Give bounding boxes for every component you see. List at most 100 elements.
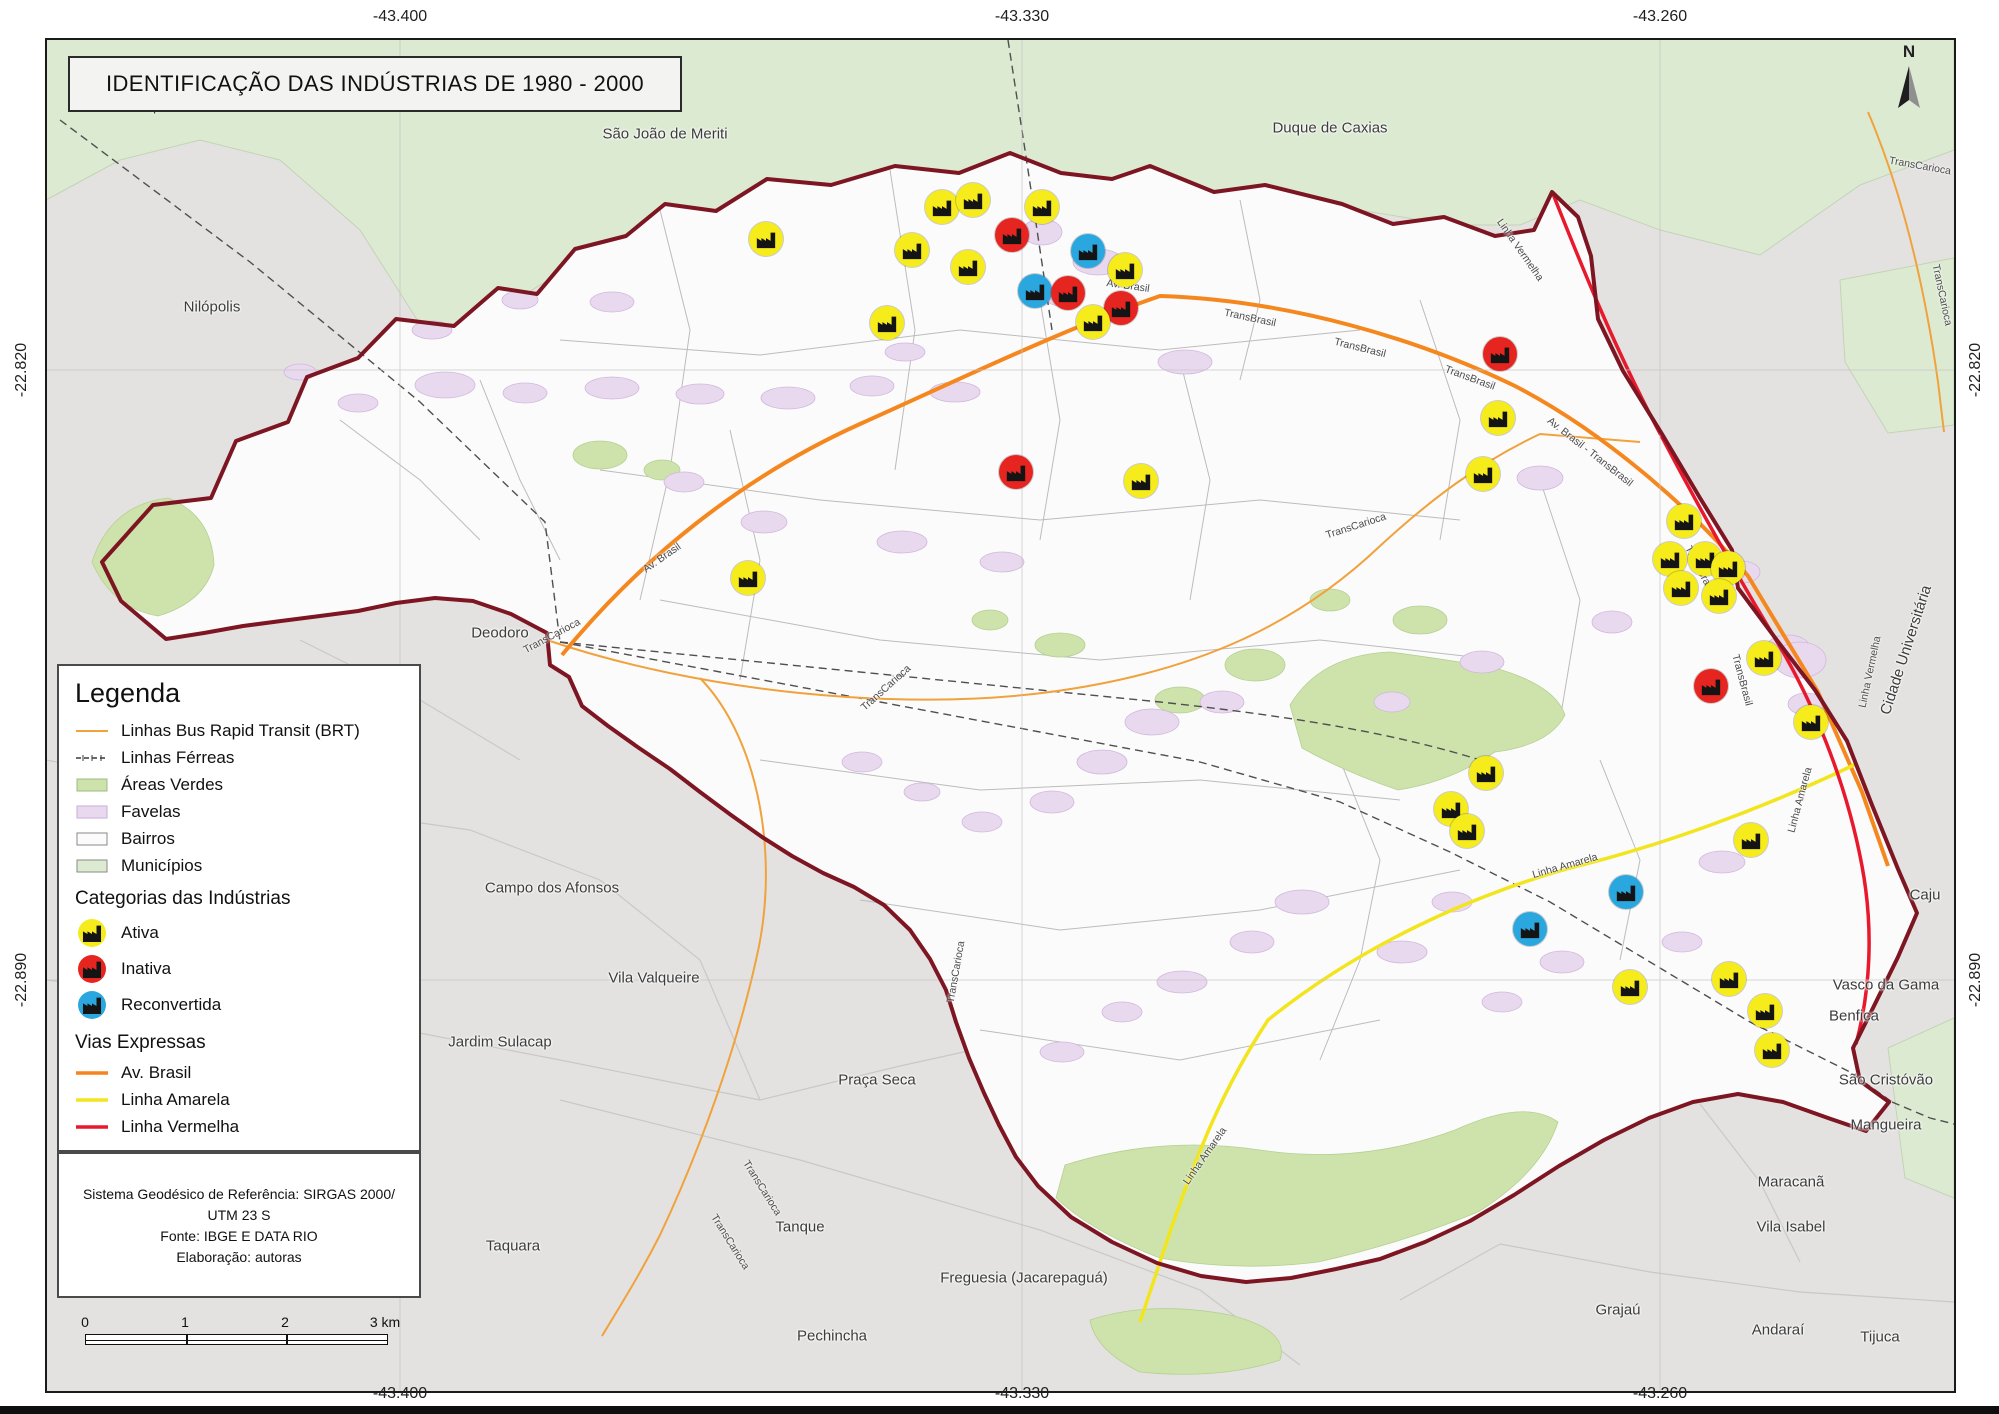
industry-marker-ativa xyxy=(1664,571,1698,605)
axis-label-longitude: -43.400 xyxy=(373,8,427,26)
factory-icon xyxy=(1800,711,1822,733)
north-label: N xyxy=(1886,42,1932,62)
factory-icon xyxy=(1519,918,1541,940)
factory-icon xyxy=(1615,881,1637,903)
reconvertida-marker-symbol xyxy=(73,989,111,1021)
axis-label-longitude: -43.330 xyxy=(995,1385,1049,1403)
legend-label: Áreas Verdes xyxy=(121,775,223,795)
bottom-strip xyxy=(0,1406,1999,1414)
factory-icon xyxy=(931,196,953,218)
legend-categories-title: Categorias das Indústrias xyxy=(75,888,405,910)
place-label: Caju xyxy=(1910,887,1941,904)
axis-label-latitude: -22.890 xyxy=(13,953,31,1007)
factory-icon xyxy=(1472,463,1494,485)
railway-line-symbol xyxy=(73,750,111,766)
factory-icon xyxy=(1456,820,1478,842)
industry-marker-ativa xyxy=(870,306,904,340)
industry-marker-ativa xyxy=(1450,814,1484,848)
legend-item-av-brasil: Av. Brasil xyxy=(73,1059,405,1086)
factory-icon xyxy=(1110,297,1132,319)
place-label: São Cristóvão xyxy=(1839,1072,1933,1089)
ativa-marker-symbol xyxy=(73,917,111,949)
factory-icon xyxy=(1700,675,1722,697)
factory-icon xyxy=(1475,762,1497,784)
industry-marker-ativa xyxy=(1466,457,1500,491)
areas-verdes-swatch xyxy=(73,777,111,793)
place-label: Tanque xyxy=(775,1219,824,1236)
industry-marker-reconvertida xyxy=(1018,274,1052,308)
factory-icon xyxy=(957,256,979,278)
industry-marker-ativa xyxy=(951,250,985,284)
factory-icon xyxy=(1753,647,1775,669)
factory-icon xyxy=(755,228,777,250)
legend-item-ativa: Ativa xyxy=(73,915,405,951)
factory-icon xyxy=(1001,224,1023,246)
place-label: Mangueira xyxy=(1851,1117,1922,1134)
legend-label: Reconvertida xyxy=(121,995,221,1015)
factory-icon xyxy=(1082,311,1104,333)
industry-marker-ativa xyxy=(1702,579,1736,613)
place-label: Maracanã xyxy=(1758,1174,1825,1191)
industry-marker-reconvertida xyxy=(1513,912,1547,946)
factory-icon xyxy=(1754,1000,1776,1022)
place-label: Tijuca xyxy=(1860,1329,1899,1346)
legend-item-bairros: Bairros xyxy=(73,825,405,852)
factory-icon xyxy=(1031,196,1053,218)
factory-icon xyxy=(1670,577,1692,599)
industry-marker-ativa xyxy=(1025,190,1059,224)
axis-label-latitude: -22.890 xyxy=(1967,953,1985,1007)
axis-label-latitude: -22.820 xyxy=(1967,343,1985,397)
industry-marker-ativa xyxy=(1755,1033,1789,1067)
legend-item-brt: Linhas Bus Rapid Transit (BRT) xyxy=(73,717,405,744)
factory-icon xyxy=(1708,585,1730,607)
inativa-marker-symbol xyxy=(73,953,111,985)
place-label: Vila Valqueire xyxy=(608,970,699,987)
legend-item-inativa: Inativa xyxy=(73,951,405,987)
favelas-swatch xyxy=(73,804,111,820)
linha-vermelha-line-symbol xyxy=(73,1119,111,1135)
place-label: Nilópolis xyxy=(184,299,241,316)
legend-title: Legenda xyxy=(75,678,405,709)
industry-marker-ativa xyxy=(1734,823,1768,857)
legend-item-ferreas: Linhas Férreas xyxy=(73,744,405,771)
factory-icon xyxy=(737,567,759,589)
legend-label: Inativa xyxy=(121,959,171,979)
info-line: UTM 23 S xyxy=(59,1207,419,1223)
factory-icon xyxy=(1057,282,1079,304)
legend-label: Linhas Bus Rapid Transit (BRT) xyxy=(121,721,360,741)
industry-marker-ativa xyxy=(1747,641,1781,675)
place-label: Pechincha xyxy=(797,1328,867,1345)
axis-label-longitude: -43.330 xyxy=(995,8,1049,26)
factory-icon xyxy=(1114,259,1136,281)
industry-marker-ativa xyxy=(895,233,929,267)
legend-label: Bairros xyxy=(121,829,175,849)
scale-bar-graphic xyxy=(85,1334,388,1345)
factory-icon xyxy=(1740,829,1762,851)
legend-item-areas-verdes: Áreas Verdes xyxy=(73,771,405,798)
factory-icon xyxy=(1077,240,1099,262)
factory-icon xyxy=(901,239,923,261)
av-brasil-line-symbol xyxy=(73,1065,111,1081)
industry-marker-ativa xyxy=(1108,253,1142,287)
scale-tick-label: 2 xyxy=(281,1314,289,1330)
factory-icon xyxy=(1717,557,1739,579)
north-arrow-icon xyxy=(1886,62,1932,118)
place-label: Duque de Caxias xyxy=(1272,120,1387,137)
legend-label: Favelas xyxy=(121,802,181,822)
industry-marker-reconvertida xyxy=(1071,234,1105,268)
factory-icon xyxy=(1487,407,1509,429)
info-line: Elaboração: autoras xyxy=(59,1249,419,1265)
reference-info-box: Sistema Geodésico de Referência: SIRGAS … xyxy=(57,1152,421,1298)
north-arrow: N xyxy=(1886,42,1932,123)
industry-marker-ativa xyxy=(925,190,959,224)
scale-bar: 0 1 2 3 km xyxy=(85,1314,415,1345)
factory-icon xyxy=(1005,461,1027,483)
scale-tick-label: 0 xyxy=(81,1314,89,1330)
industry-marker-ativa xyxy=(749,222,783,256)
place-label: Taquara xyxy=(486,1238,540,1255)
scale-tick-label: 3 km xyxy=(370,1314,400,1330)
legend-vias-title: Vias Expressas xyxy=(75,1032,405,1054)
industry-marker-ativa xyxy=(956,183,990,217)
industry-marker-inativa xyxy=(999,455,1033,489)
brt-line-symbol xyxy=(73,723,111,739)
